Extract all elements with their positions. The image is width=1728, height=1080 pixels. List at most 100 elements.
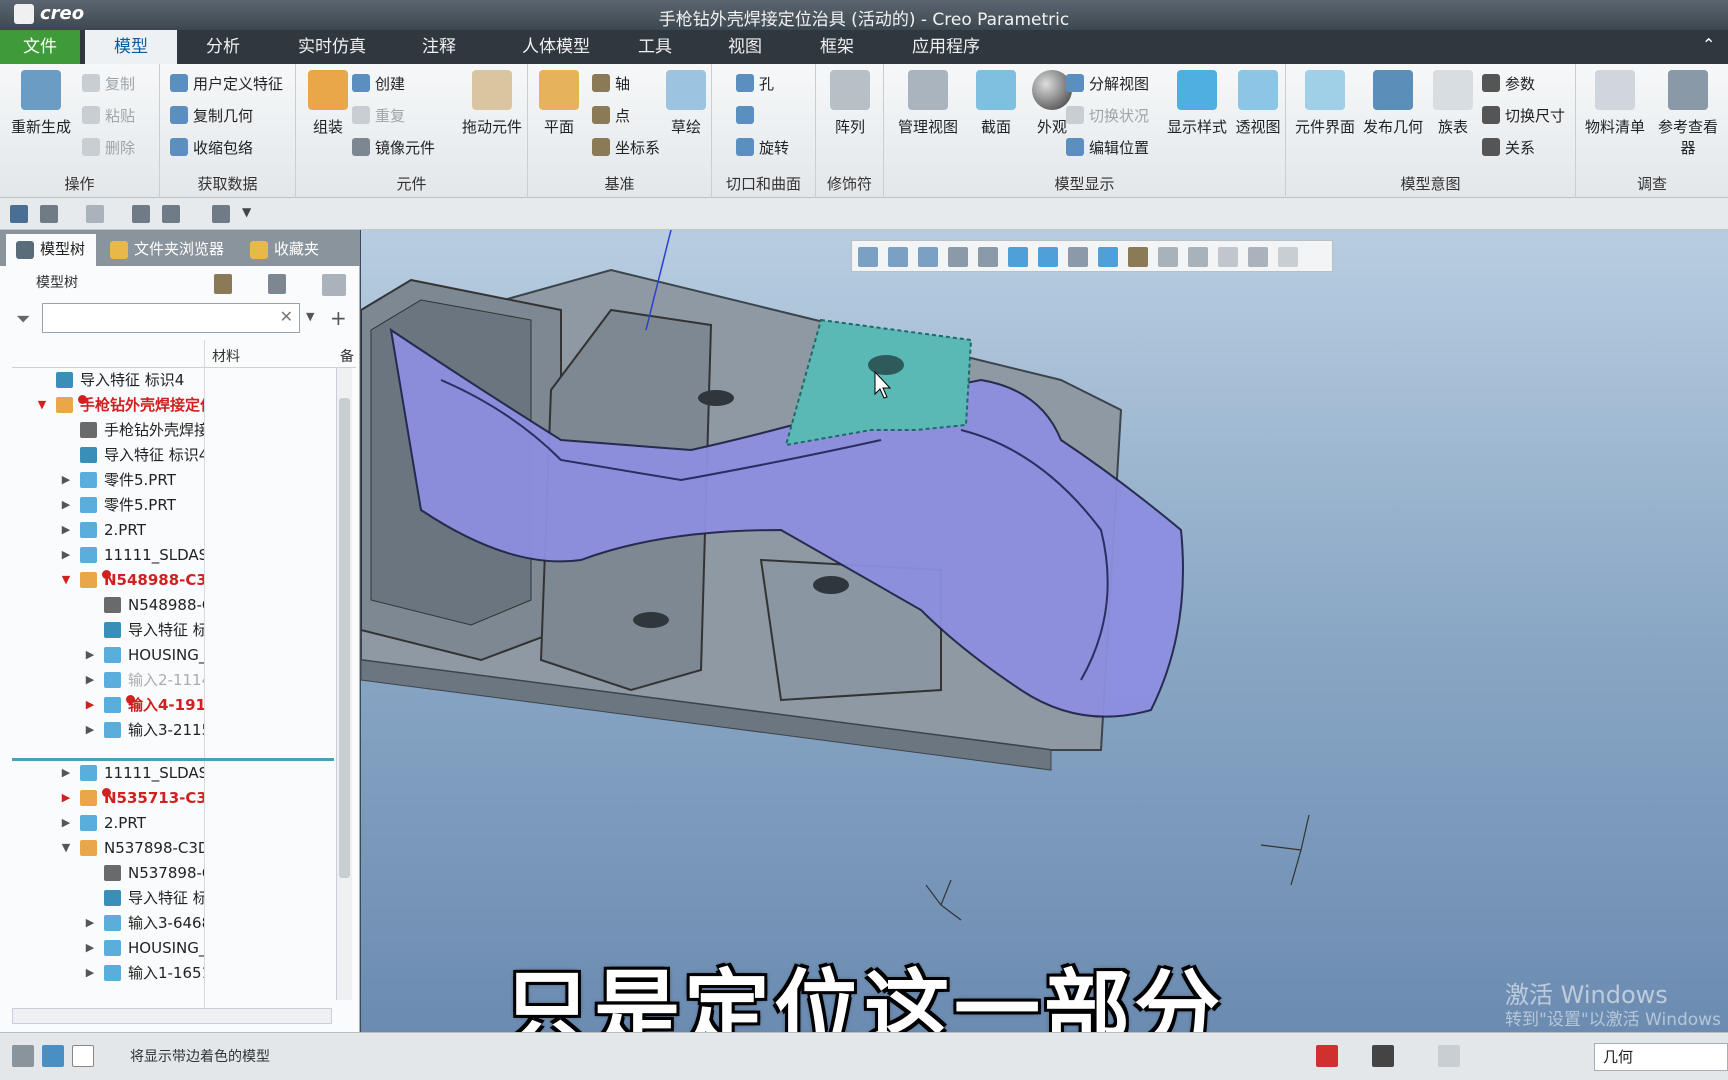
add-icon[interactable]: +	[330, 306, 347, 330]
saved-orientations-icon[interactable]	[1038, 247, 1058, 267]
edit-position-button[interactable]: 编辑位置	[1066, 134, 1149, 160]
tab-manikin[interactable]: 人体模型	[500, 30, 612, 64]
group-label-operations[interactable]: 操作	[0, 173, 159, 194]
tree-row[interactable]: ▼ 手枪钻外壳焊接定位	[0, 393, 336, 417]
tree-row[interactable]: 手枪钻外壳焊接定位	[0, 418, 336, 442]
tree-splitter[interactable]	[12, 758, 334, 761]
drag-component-button[interactable]: 拖动元件	[456, 70, 528, 137]
axis-button[interactable]: 轴	[592, 70, 630, 96]
tree-columns-icon[interactable]	[268, 274, 286, 294]
tree-row[interactable]: 导入特征 标识4	[0, 886, 336, 910]
reference-viewer-button[interactable]: 参考查看器	[1652, 70, 1724, 158]
mirror-component-button[interactable]: 镜像元件	[352, 134, 435, 160]
collapse-arrow-icon[interactable]: ▼	[60, 568, 72, 592]
spin-center-icon[interactable]	[978, 247, 998, 267]
group-label-investigate[interactable]: 调查	[1576, 173, 1728, 194]
expand-arrow-icon[interactable]: ▶	[60, 811, 72, 835]
tree-row[interactable]: 导入特征 标识4	[0, 443, 336, 467]
family-table-button[interactable]: 族表	[1428, 70, 1478, 137]
shrinkwrap-button[interactable]: 收缩包络	[170, 134, 253, 160]
redo-icon[interactable]	[86, 205, 104, 223]
plane-button[interactable]: 平面	[534, 70, 584, 137]
tree-search-input[interactable]: ✕	[42, 303, 300, 333]
tree-row[interactable]: ▼ N537898-C3D1_V	[0, 836, 336, 860]
tree-row[interactable]: 导入特征 标识4	[0, 368, 336, 392]
tree-filter-icon[interactable]	[322, 274, 346, 296]
selection-icon[interactable]	[1438, 1045, 1460, 1067]
show-navigator-icon[interactable]	[12, 1045, 34, 1067]
undo-icon[interactable]	[40, 205, 58, 223]
point-button[interactable]: 点	[592, 102, 630, 128]
view-manager-icon[interactable]	[1068, 247, 1088, 267]
model-render[interactable]	[361, 230, 1728, 1032]
clear-search-icon[interactable]: ✕	[280, 307, 293, 326]
bom-button[interactable]: 物料清单	[1580, 70, 1650, 137]
tree-row[interactable]: ▶ 零件5.PRT	[0, 468, 336, 492]
explode-view-button[interactable]: 分解视图	[1066, 70, 1149, 96]
funnel-icon[interactable]: ⏷	[16, 309, 36, 330]
regenerate-small-icon[interactable]	[132, 205, 150, 223]
tab-framework[interactable]: 框架	[800, 30, 874, 64]
flag-icon[interactable]	[1316, 1045, 1338, 1067]
extrude-button[interactable]	[736, 102, 754, 128]
paste-button[interactable]: 粘贴	[82, 102, 135, 128]
tree-row[interactable]: ▶ N535713-C3D1	[0, 786, 336, 810]
tab-annotate[interactable]: 注释	[400, 30, 478, 64]
simulation-display-icon[interactable]	[1218, 247, 1238, 267]
expand-arrow-icon[interactable]: ▶	[60, 518, 72, 542]
expand-arrow-icon[interactable]: ▶	[84, 668, 96, 692]
tab-applications[interactable]: 应用程序	[898, 30, 994, 64]
collapse-arrow-icon[interactable]: ▼	[36, 393, 48, 417]
display-style-button[interactable]: 显示样式	[1162, 70, 1232, 137]
tree-row[interactable]: ▶ 2.PRT	[0, 811, 336, 835]
group-label-component[interactable]: 元件	[296, 173, 527, 194]
copy-geometry-button[interactable]: 复制几何	[170, 102, 253, 128]
expand-arrow-icon[interactable]: ▶	[60, 786, 72, 810]
tab-model[interactable]: 模型	[85, 30, 177, 64]
perspective-button[interactable]: 透视图	[1230, 70, 1286, 137]
scroll-thumb[interactable]	[339, 398, 350, 878]
expand-arrow-icon[interactable]: ▶	[60, 493, 72, 517]
annotation-display-icon[interactable]	[1158, 247, 1178, 267]
tree-row[interactable]: ▶ 输入3-211571	[0, 718, 336, 742]
windows-icon[interactable]	[162, 205, 180, 223]
create-component-button[interactable]: 创建	[352, 70, 405, 96]
perspective-view-icon[interactable]	[1098, 247, 1118, 267]
zoom-out-icon[interactable]	[918, 247, 938, 267]
tree-settings-icon[interactable]	[214, 274, 232, 294]
publish-geometry-button[interactable]: 发布几何	[1360, 70, 1426, 137]
refit-icon[interactable]	[858, 247, 878, 267]
tree-row[interactable]: ▶ 2.PRT	[0, 518, 336, 542]
tab-favorites[interactable]: 收藏夹	[240, 234, 340, 266]
tree-row[interactable]: ▶ 输入3-646838	[0, 911, 336, 935]
regenerate-button[interactable]: 重新生成	[6, 70, 76, 137]
group-label-cut-surface[interactable]: 切口和曲面	[712, 173, 815, 194]
tab-simulation[interactable]: 实时仿真	[282, 30, 382, 64]
tree-row[interactable]: N548988-C3D	[0, 593, 336, 617]
expand-arrow-icon[interactable]: ▶	[84, 911, 96, 935]
column-note[interactable]: 备	[340, 346, 354, 366]
expand-arrow-icon[interactable]: ▶	[60, 761, 72, 785]
revolve-button[interactable]: 旋转	[736, 134, 789, 160]
tree-row[interactable]: ▶ 输入2-111425	[0, 668, 336, 692]
expand-arrow-icon[interactable]: ▶	[84, 693, 96, 717]
customize-dropdown-icon[interactable]: ▼	[242, 205, 260, 223]
group-label-datum[interactable]: 基准	[528, 173, 711, 194]
tree-row[interactable]: ▶ 输入4-19116	[0, 693, 336, 717]
datum-display-filter-icon[interactable]	[1128, 247, 1148, 267]
tab-tools[interactable]: 工具	[620, 30, 690, 64]
repeat-button[interactable]: 重复	[352, 102, 405, 128]
group-label-model-intent[interactable]: 模型意图	[1286, 173, 1575, 194]
tree-row[interactable]: N537898-C3D	[0, 861, 336, 885]
hole-button[interactable]: 孔	[736, 70, 774, 96]
zoom-in-icon[interactable]	[888, 247, 908, 267]
assemble-button[interactable]: 组装	[300, 70, 356, 137]
stop-icon[interactable]	[1278, 247, 1298, 267]
expand-arrow-icon[interactable]: ▶	[60, 468, 72, 492]
find-icon[interactable]	[1372, 1045, 1394, 1067]
spin-center-toggle-icon[interactable]	[1188, 247, 1208, 267]
close-window-icon[interactable]	[212, 205, 230, 223]
group-label-modifiers[interactable]: 修饰符	[816, 173, 883, 194]
search-dropdown-icon[interactable]: ▼	[306, 310, 314, 323]
parameters-button[interactable]: 参数	[1482, 70, 1535, 96]
